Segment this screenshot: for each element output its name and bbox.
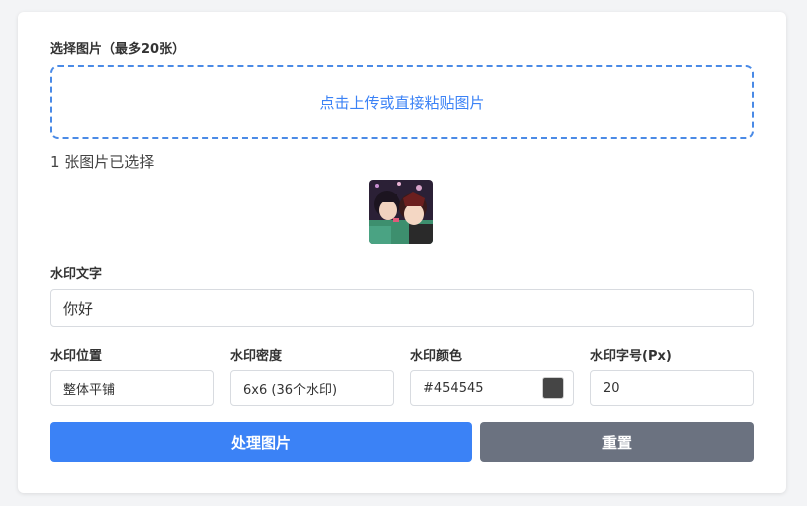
position-select[interactable]: 整体平铺 bbox=[50, 370, 214, 406]
color-swatch[interactable] bbox=[542, 377, 564, 399]
font-size-value: 20 bbox=[603, 380, 620, 396]
image-thumbnail[interactable] bbox=[369, 180, 433, 244]
reset-label: 重置 bbox=[601, 433, 632, 452]
watermark-text-label: 水印文字 bbox=[50, 267, 103, 282]
density-select[interactable]: 6x6 (36个水印) bbox=[230, 370, 394, 406]
process-images-label: 处理图片 bbox=[230, 433, 291, 452]
density-value: 6x6 (36个水印) bbox=[243, 382, 338, 398]
density-label: 水印密度 bbox=[230, 349, 283, 364]
color-input[interactable]: #454545 bbox=[410, 370, 574, 406]
position-label: 水印位置 bbox=[50, 349, 103, 364]
upload-dropzone-text: 点击上传或直接粘贴图片 bbox=[319, 93, 485, 112]
upload-label: 选择图片（最多20张） bbox=[50, 42, 186, 57]
watermark-text-input[interactable]: 你好 bbox=[50, 289, 754, 327]
position-value: 整体平铺 bbox=[63, 382, 116, 398]
thumbnail-image bbox=[369, 180, 433, 244]
font-size-input[interactable]: 20 bbox=[590, 370, 754, 406]
color-value: #454545 bbox=[423, 380, 484, 396]
watermark-text-value: 你好 bbox=[63, 299, 94, 318]
watermark-form-card: 选择图片（最多20张） 点击上传或直接粘贴图片 1 张图片已选择 水印文字 你好… bbox=[18, 12, 786, 493]
process-images-button[interactable]: 处理图片 bbox=[50, 422, 472, 462]
selected-count: 1 张图片已选择 bbox=[50, 153, 155, 171]
reset-button[interactable]: 重置 bbox=[480, 422, 754, 462]
color-label: 水印颜色 bbox=[410, 349, 463, 364]
upload-dropzone[interactable]: 点击上传或直接粘贴图片 bbox=[50, 65, 754, 139]
font-size-label: 水印字号(Px) bbox=[590, 349, 672, 364]
